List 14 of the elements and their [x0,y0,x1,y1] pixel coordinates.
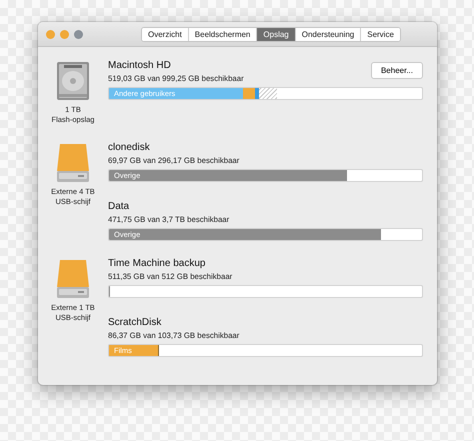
manage-button[interactable]: Beheer... [370,62,423,79]
tab[interactable]: Opslag [256,28,295,40]
volume-name: ScratchDisk [108,317,162,328]
volume-name: Data [108,201,130,212]
volume-name: Macintosh HD [108,60,172,71]
external-drive-icon [56,259,90,300]
volume-name: clonedisk [108,142,151,154]
window-control[interactable] [74,30,83,38]
window-control[interactable] [46,30,55,38]
external-drive-icon [56,143,90,184]
volume-name: Time Machine backup [108,258,206,270]
window-control[interactable] [60,30,69,38]
hard-drive-icon [56,61,90,101]
tab[interactable]: Service [360,28,400,40]
